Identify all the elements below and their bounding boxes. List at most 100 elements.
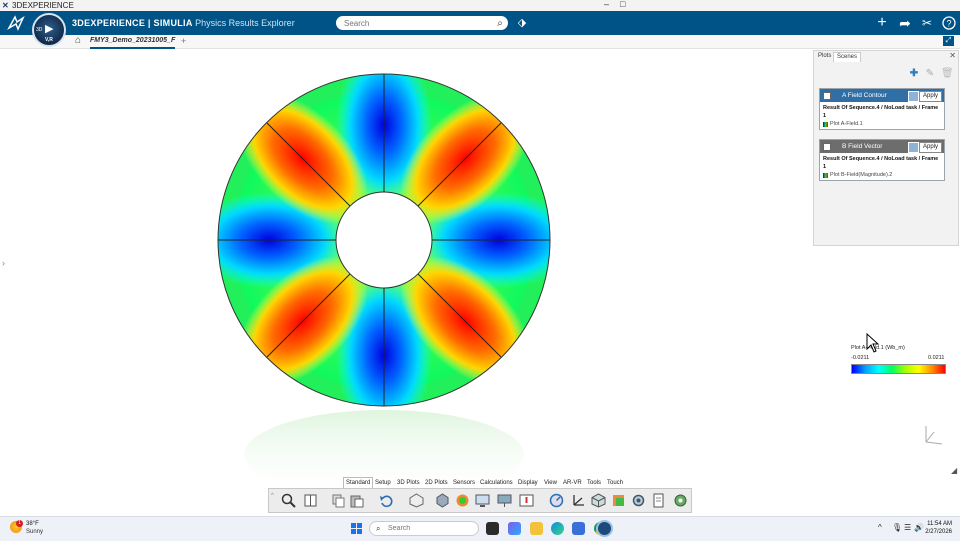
plot-icon[interactable] [611, 493, 626, 508]
settings-icon[interactable] [631, 493, 646, 508]
edge-icon[interactable] [551, 522, 564, 535]
clock-date[interactable]: 2/27/2026 [922, 529, 952, 535]
plot-result-path: Result Of Sequence.4 / NoLoad task / Fra… [823, 156, 939, 170]
microphone-icon[interactable]: 🎙 [892, 523, 902, 532]
toolbar-tab-ar-vr[interactable]: AR-VR [563, 478, 582, 488]
cube-icon[interactable] [591, 493, 606, 508]
maximize-icon[interactable]: □ [620, 0, 625, 9]
minimize-icon[interactable]: – [604, 0, 609, 9]
3ds-logo-icon: ✕ [2, 1, 9, 10]
compass-widget[interactable]: 3D ▶ V,R [32, 13, 66, 47]
plot-name: B Field Vector [842, 143, 883, 150]
close-icon[interactable]: ✕ [949, 51, 956, 60]
undo-icon[interactable] [379, 493, 394, 508]
search-icon[interactable]: ⌕ [490, 14, 510, 34]
action-toolbar: ^ [268, 488, 692, 513]
add-tab-icon[interactable]: + [181, 35, 186, 47]
clock-time[interactable]: 11:54 AM [924, 521, 952, 527]
app-brand: 3DEXPERIENCE | SIMULIA Physics Results E… [72, 18, 295, 28]
apply-button[interactable]: Apply [918, 142, 942, 153]
file-explorer-icon[interactable] [530, 522, 543, 535]
toolbar-tab-2d-plots[interactable]: 2D Plots [425, 478, 448, 488]
add-plot-icon[interactable]: ✚ [909, 69, 919, 79]
toolbar-tab-calculations[interactable]: Calculations [480, 478, 513, 488]
notification-badge: 1 [16, 520, 23, 527]
plot-reference: Plot A-Field.1 [820, 120, 944, 129]
delete-icon[interactable]: 🗑 [941, 69, 954, 79]
tab-scenes[interactable]: Scenes [833, 52, 862, 62]
taskbar-search-input[interactable] [369, 521, 479, 536]
home-icon[interactable]: ⌂ [75, 35, 81, 47]
monitor-icon[interactable] [475, 493, 490, 508]
tab-document[interactable]: FMY3_Demo_20231005_F [90, 35, 176, 49]
plot-checkbox[interactable] [823, 143, 831, 151]
mouse-cursor-icon [866, 333, 880, 353]
help-icon[interactable]: ? [939, 13, 959, 33]
tab-plots[interactable]: Plots [815, 52, 834, 61]
toolbar-tab-sensors[interactable]: Sensors [453, 478, 475, 488]
apply-button[interactable]: Apply [918, 91, 942, 102]
tag-icon[interactable]: ⬗ [512, 13, 532, 33]
copy-icon[interactable] [331, 493, 346, 508]
teams-icon[interactable] [572, 522, 585, 535]
axis-icon[interactable] [571, 493, 586, 508]
toolbar-tab-3d-plots[interactable]: 3D Plots [397, 478, 420, 488]
plot-card-b-field[interactable]: B Field Vector Apply Result Of Sequence.… [819, 139, 945, 181]
part-icon[interactable] [435, 493, 450, 508]
floor-reflection [244, 410, 524, 480]
plot-card-a-field[interactable]: A Field Contour Apply Result Of Sequence… [819, 88, 945, 130]
gear-icon[interactable] [673, 493, 688, 508]
zoom-icon[interactable] [281, 493, 296, 508]
document-icon[interactable] [651, 493, 666, 508]
wifi-icon[interactable]: ☰ [904, 523, 911, 532]
toolbar-tab-setup[interactable]: Setup [375, 478, 391, 488]
legend-min: -0.0211 [851, 355, 870, 361]
weather-temperature[interactable]: 38°F [26, 521, 39, 527]
plot-card-header: A Field Contour Apply [820, 89, 944, 102]
plot-reference: Plot B-Field(Magnitude).2 [820, 171, 944, 180]
sensor-icon[interactable] [519, 493, 534, 508]
3ds-logo-icon[interactable] [6, 13, 26, 33]
add-icon[interactable]: + [872, 13, 892, 33]
toolbar-tab-display[interactable]: Display [518, 478, 538, 488]
paste-icon[interactable] [349, 493, 364, 508]
screen-icon[interactable] [497, 493, 512, 508]
share-icon[interactable]: ➦ [895, 13, 915, 33]
resize-handle-icon[interactable]: ◢ [951, 466, 957, 475]
legend-max: 0.0211 [928, 355, 945, 361]
book-icon[interactable] [303, 493, 318, 508]
os-taskbar: 1 38°F Sunny ⌕ ^ 🎙 ☰ 🔊 11:54 AM 2/27/202… [0, 516, 960, 541]
windows-start-icon[interactable] [351, 523, 362, 534]
toolbar-tab-touch[interactable]: Touch [607, 478, 623, 488]
viewport-model[interactable] [190, 60, 590, 480]
legend-colorbar[interactable] [851, 364, 946, 374]
search-icon: ⌕ [376, 524, 381, 533]
search-input[interactable] [336, 16, 508, 30]
toolbar-expand-icon[interactable]: ^ [271, 493, 275, 508]
svg-text:?: ? [946, 19, 951, 29]
3dexperience-app-icon[interactable] [596, 520, 613, 537]
plot-checkbox[interactable] [823, 92, 831, 100]
toolbar-tab-tools[interactable]: Tools [587, 478, 601, 488]
window-title: 3DEXPERIENCE [12, 1, 74, 10]
chevron-up-icon[interactable]: ^ [878, 523, 882, 532]
plots-panel: Plots Scenes ✕ ✚ ✎ 🗑 A Field Contour App… [813, 50, 959, 246]
edit-icon[interactable]: ✎ [925, 69, 935, 79]
compass-label: V,R [45, 37, 53, 43]
plot-settings-icon[interactable] [908, 142, 919, 153]
inner-bore [335, 191, 433, 289]
axis-triad-icon[interactable] [918, 422, 944, 446]
chevron-right-icon[interactable]: › [2, 258, 5, 268]
weather-condition: Sunny [26, 529, 44, 535]
tools-icon[interactable]: ✂ [917, 13, 937, 33]
task-view-icon[interactable] [486, 522, 499, 535]
copilot-icon[interactable] [508, 522, 521, 535]
result-icon[interactable] [455, 493, 470, 508]
gauge-icon[interactable] [549, 493, 564, 508]
fullscreen-icon[interactable]: ⤢ [943, 36, 954, 46]
plot-settings-icon[interactable] [908, 91, 919, 102]
plot-name: A Field Contour [842, 92, 887, 99]
toolbar-tab-view[interactable]: View [544, 478, 557, 488]
toolbar-tab-standard[interactable]: Standard [343, 477, 374, 488]
shape-icon[interactable] [409, 493, 424, 508]
